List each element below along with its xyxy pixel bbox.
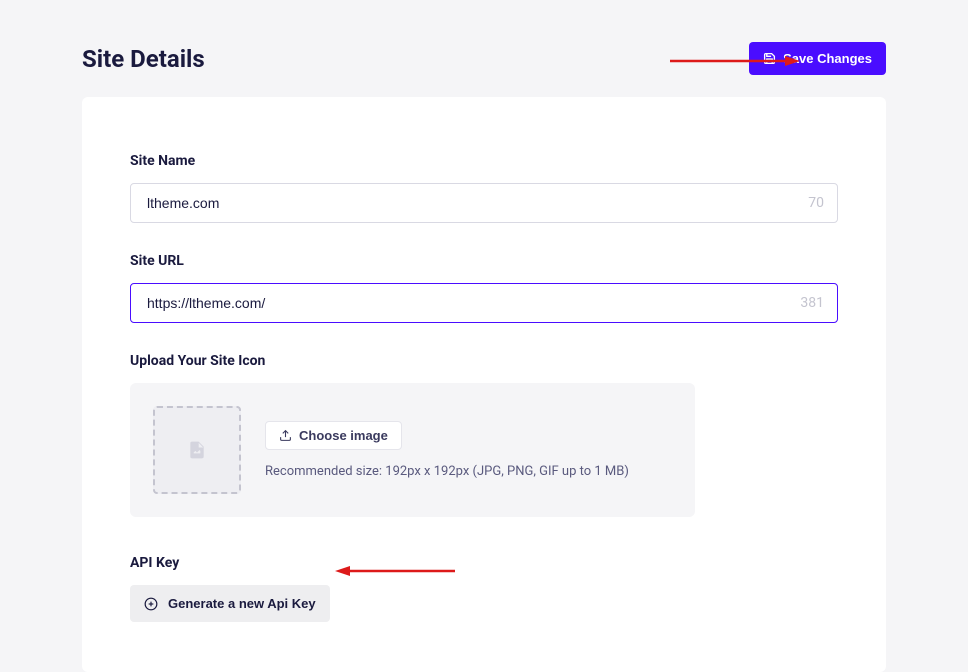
save-button-label: Save Changes [783, 51, 872, 66]
upload-right: Choose image Recommended size: 192px x 1… [265, 421, 629, 479]
site-url-input[interactable] [130, 283, 838, 323]
image-file-icon [187, 440, 207, 460]
upload-icon [279, 429, 292, 442]
save-changes-button[interactable]: Save Changes [749, 42, 886, 75]
upload-hint: Recommended size: 192px x 192px (JPG, PN… [265, 464, 629, 479]
site-name-char-count: 70 [808, 195, 824, 211]
site-details-card: Site Name 70 Site URL 381 Upload Your Si… [82, 97, 886, 672]
site-url-label: Site URL [130, 253, 838, 269]
image-placeholder[interactable] [153, 406, 241, 494]
choose-image-button[interactable]: Choose image [265, 421, 402, 450]
api-key-label: API Key [130, 555, 838, 571]
generate-api-key-button[interactable]: Generate a new Api Key [130, 585, 330, 622]
generate-api-key-label: Generate a new Api Key [168, 596, 316, 611]
site-url-input-wrapper: 381 [130, 283, 838, 323]
site-url-char-count: 381 [800, 295, 824, 311]
save-icon [763, 52, 776, 65]
api-key-group: API Key Generate a new Api Key [130, 555, 838, 622]
site-name-input-wrapper: 70 [130, 183, 838, 223]
page-title: Site Details [82, 45, 205, 73]
site-name-group: Site Name 70 [130, 153, 838, 223]
upload-section: Choose image Recommended size: 192px x 1… [130, 383, 695, 517]
plus-circle-icon [144, 597, 158, 611]
choose-image-label: Choose image [299, 428, 388, 443]
upload-icon-label: Upload Your Site Icon [130, 353, 838, 369]
upload-icon-group: Upload Your Site Icon Choose image [130, 353, 838, 517]
site-url-group: Site URL 381 [130, 253, 838, 323]
site-name-label: Site Name [130, 153, 838, 169]
site-name-input[interactable] [130, 183, 838, 223]
